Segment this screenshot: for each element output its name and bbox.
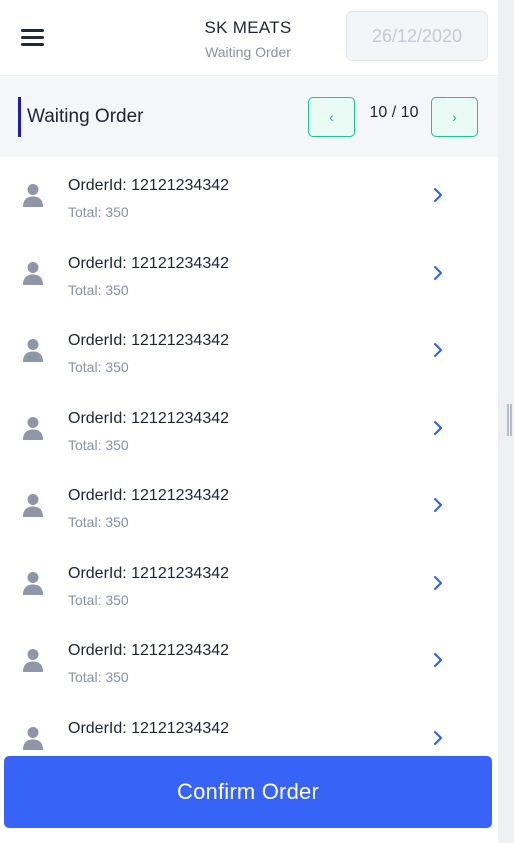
order-id: OrderId: 12121234342 <box>68 564 230 582</box>
order-row[interactable]: OrderId: 12121234342 Total: 350 <box>0 157 498 235</box>
order-row[interactable]: OrderId: 12121234342 Total: 350 <box>0 312 498 390</box>
resize-handle[interactable] <box>507 404 512 436</box>
person-icon <box>23 494 43 517</box>
order-row[interactable]: OrderId: 12121234342 Total: 350 <box>0 700 498 750</box>
order-id: OrderId: 12121234342 <box>68 332 230 349</box>
pager-count: 10 / 10 <box>369 104 419 121</box>
person-icon <box>23 184 43 207</box>
order-id: OrderId: 12121234342 <box>68 177 230 194</box>
top-header: SK MEATS Waiting Order 26/12/2020 <box>0 0 498 76</box>
order-id: OrderId: 12121234342 <box>68 719 230 737</box>
chevron-right-icon[interactable] <box>430 418 446 438</box>
person-icon <box>23 261 43 285</box>
pager-next-button[interactable]: › <box>431 97 478 137</box>
date-field[interactable]: 26/12/2020 <box>346 11 488 61</box>
chevron-right-icon[interactable] <box>430 263 446 283</box>
order-id: OrderId: 12121234342 <box>68 409 230 427</box>
chevron-right-icon[interactable] <box>430 495 446 515</box>
app-window: SK MEATS Waiting Order 26/12/2020 Waitin… <box>0 0 498 843</box>
chevron-right-icon[interactable] <box>430 650 446 670</box>
order-id: OrderId: 12121234342 <box>68 254 230 272</box>
order-total: Total: 350 <box>68 669 129 685</box>
chevron-right-icon[interactable] <box>430 185 446 205</box>
order-row[interactable]: OrderId: 12121234342 Total: 350 <box>0 545 498 623</box>
person-icon <box>23 339 43 362</box>
person-icon <box>23 726 43 750</box>
order-list: OrderId: 12121234342 Total: 350 OrderId:… <box>0 157 498 750</box>
order-row[interactable]: OrderId: 12121234342 Total: 350 <box>0 467 498 545</box>
section-accent-bar <box>18 97 21 137</box>
order-row[interactable]: OrderId: 12121234342 Total: 350 <box>0 622 498 700</box>
order-id: OrderId: 12121234342 <box>68 642 230 659</box>
app-subtitle: Waiting Order <box>205 44 291 60</box>
order-total: Total: 350 <box>68 204 129 220</box>
pager-prev-button[interactable]: ‹ <box>308 97 355 137</box>
hamburger-icon[interactable] <box>21 29 45 49</box>
person-icon <box>23 649 43 672</box>
chevron-right-icon[interactable] <box>430 573 446 593</box>
chevron-right-icon[interactable] <box>430 340 446 360</box>
order-total: Total: 350 <box>68 359 129 375</box>
person-icon <box>23 416 43 440</box>
section-header: Waiting Order ‹ 10 / 10 › <box>0 77 498 157</box>
footer-bar: Confirm Order <box>0 750 498 843</box>
order-total: Total: 350 <box>68 591 129 608</box>
order-total: Total: 350 <box>68 281 129 298</box>
order-total: Total: 350 <box>68 514 129 530</box>
chevron-right-icon[interactable] <box>430 728 446 748</box>
order-row[interactable]: OrderId: 12121234342 Total: 350 <box>0 390 498 468</box>
brand-block: SK MEATS Waiting Order <box>180 18 316 60</box>
section-title: Waiting Order <box>27 106 144 127</box>
person-icon <box>23 571 43 595</box>
order-id: OrderId: 12121234342 <box>68 487 230 504</box>
order-total: Total: 350 <box>68 436 129 453</box>
app-title: SK MEATS <box>204 18 292 37</box>
confirm-order-button[interactable]: Confirm Order <box>4 756 492 828</box>
order-row[interactable]: OrderId: 12121234342 Total: 350 <box>0 235 498 313</box>
